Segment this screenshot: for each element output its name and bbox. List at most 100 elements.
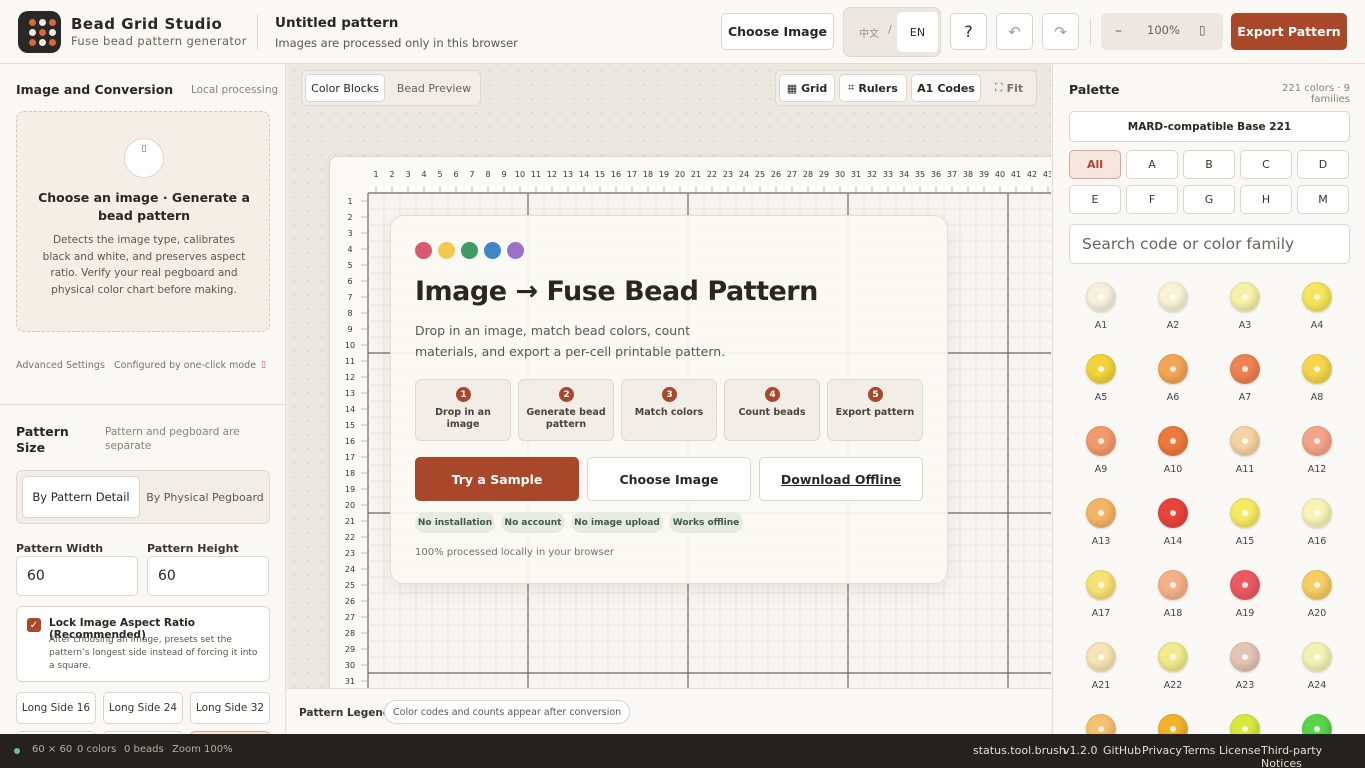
by-pattern-detail-tab[interactable]: By Pattern Detail (22, 476, 140, 518)
bead-swatch[interactable] (1302, 642, 1332, 672)
undo-button[interactable]: ↶ (996, 13, 1033, 50)
column-ruler-label: 20 (675, 170, 685, 179)
family-filter-d[interactable]: D (1297, 150, 1349, 179)
bead-swatch[interactable] (1302, 498, 1332, 528)
choose-image-button[interactable]: Choose Image (721, 13, 834, 50)
family-filter-a[interactable]: A (1126, 150, 1178, 179)
export-pattern-button[interactable]: Export Pattern (1231, 13, 1347, 50)
family-filter-h[interactable]: H (1240, 185, 1292, 214)
bead-swatch[interactable] (1302, 570, 1332, 600)
bead-swatch[interactable] (1230, 642, 1260, 672)
bead-swatch[interactable] (1086, 354, 1116, 384)
column-ruler-label: 10 (515, 170, 525, 179)
family-filter-f[interactable]: F (1126, 185, 1178, 214)
third-party-notices-link[interactable]: Third-party Notices (1261, 744, 1365, 768)
column-ruler-label: 32 (867, 170, 877, 179)
column-ruler-label: 42 (1027, 170, 1037, 179)
bead-swatch[interactable] (1086, 282, 1116, 312)
bead-swatch[interactable] (1158, 642, 1188, 672)
dropzone-description: Detects the image type, calibrates black… (42, 234, 246, 296)
bead-swatch[interactable] (1158, 498, 1188, 528)
lock-aspect-checkbox[interactable]: ✓ (27, 618, 41, 632)
fullscreen-icon[interactable]: ▯ (1199, 23, 1206, 37)
bead-swatch[interactable] (1086, 498, 1116, 528)
color-dot (438, 242, 455, 259)
step-number: 1 (456, 387, 471, 402)
long-side-16-button[interactable]: Long Side 16 (16, 692, 96, 724)
redo-button[interactable]: ↷ (1042, 13, 1079, 50)
privacy-link[interactable]: Privacy (1142, 744, 1182, 757)
bead-swatch[interactable] (1230, 354, 1260, 384)
lang-en-option[interactable]: EN (897, 12, 938, 52)
bead-swatch[interactable] (1086, 714, 1116, 734)
step-card: 4 Count beads (724, 379, 820, 441)
step-number: 4 (765, 387, 780, 402)
bead-swatch[interactable] (1230, 714, 1260, 734)
family-filter-g[interactable]: G (1183, 185, 1235, 214)
bead-swatch[interactable] (1230, 570, 1260, 600)
pattern-width-input[interactable]: 60 (16, 556, 138, 596)
column-ruler-label: 26 (771, 170, 781, 179)
family-filter-c[interactable]: C (1240, 150, 1292, 179)
bead-code-label: A8 (1310, 392, 1324, 403)
long-side-32-button[interactable]: Long Side 32 (190, 692, 270, 724)
document-title[interactable]: Untitled pattern (275, 15, 398, 31)
palette-set-selector[interactable]: MARD-compatible Base 221 (1069, 111, 1350, 142)
family-filter-e[interactable]: E (1069, 185, 1121, 214)
codes-toggle[interactable]: A1 Codes (911, 74, 981, 102)
long-side-24-button[interactable]: Long Side 24 (103, 692, 183, 724)
bead-swatch[interactable] (1086, 426, 1116, 456)
step-label: Match colors (634, 407, 704, 418)
bead-code-label: A13 (1091, 536, 1111, 547)
bead-code-label: A1 (1094, 320, 1108, 331)
palette-search-input[interactable]: Search code or color family (1069, 224, 1350, 264)
status-size: 60 × 60 (32, 744, 73, 755)
row-ruler-label: 7 (347, 293, 352, 302)
advanced-settings-toggle[interactable]: Advanced Settings (16, 360, 105, 371)
family-filter-m[interactable]: M (1297, 185, 1349, 214)
family-filter-b[interactable]: B (1183, 150, 1235, 179)
github-link[interactable]: GitHub (1103, 744, 1141, 757)
help-button[interactable]: ? (950, 13, 987, 50)
lang-zh-option[interactable]: 中文 (852, 12, 886, 52)
color-blocks-tab[interactable]: Color Blocks (305, 74, 385, 102)
image-dropzone[interactable]: ▯ Choose an image · Generate a bead patt… (16, 111, 270, 332)
try-sample-button[interactable]: Try a Sample (415, 457, 579, 501)
document-subtitle: Images are processed only in this browse… (275, 36, 518, 50)
bead-swatch[interactable] (1158, 282, 1188, 312)
column-ruler-label: 25 (755, 170, 765, 179)
by-physical-pegboard-tab[interactable]: By Physical Pegboard (145, 476, 265, 518)
bead-swatch[interactable] (1230, 498, 1260, 528)
bead-swatch[interactable] (1158, 714, 1188, 734)
row-ruler-label: 22 (345, 533, 355, 542)
rulers-toggle[interactable]: ⌗ Rulers (839, 74, 907, 102)
pattern-height-input[interactable]: 60 (147, 556, 269, 596)
overlay-choose-image-button[interactable]: Choose Image (587, 457, 751, 501)
bead-code-label: A23 (1235, 680, 1255, 691)
bead-swatch[interactable] (1302, 282, 1332, 312)
zoom-out-button[interactable]: – (1115, 23, 1122, 39)
license-link[interactable]: License (1219, 744, 1260, 757)
bead-swatch[interactable] (1230, 426, 1260, 456)
fit-button[interactable]: ⛶ Fit (985, 74, 1033, 102)
family-filter-all[interactable]: All (1069, 150, 1121, 179)
bead-preview-tab[interactable]: Bead Preview (390, 74, 478, 102)
grid-toggle[interactable]: ▦ Grid (779, 74, 835, 102)
bead-swatch[interactable] (1086, 642, 1116, 672)
bead-swatch[interactable] (1158, 354, 1188, 384)
bead-swatch[interactable] (1302, 426, 1332, 456)
bead-code-label: A22 (1163, 680, 1183, 691)
terms-link[interactable]: Terms (1183, 744, 1215, 757)
chevron-icon[interactable]: ▯ (261, 360, 266, 370)
bead-swatch[interactable] (1302, 354, 1332, 384)
step-number: 2 (559, 387, 574, 402)
bead-swatch[interactable] (1302, 714, 1332, 734)
bead-swatch[interactable] (1158, 570, 1188, 600)
codes-label: Codes (937, 81, 975, 95)
bead-swatch[interactable] (1086, 570, 1116, 600)
bead-swatch[interactable] (1158, 426, 1188, 456)
lang-separator: / (888, 23, 892, 36)
bead-code-label: A18 (1163, 608, 1183, 619)
bead-swatch[interactable] (1230, 282, 1260, 312)
download-offline-link[interactable]: Download Offline (759, 457, 923, 501)
